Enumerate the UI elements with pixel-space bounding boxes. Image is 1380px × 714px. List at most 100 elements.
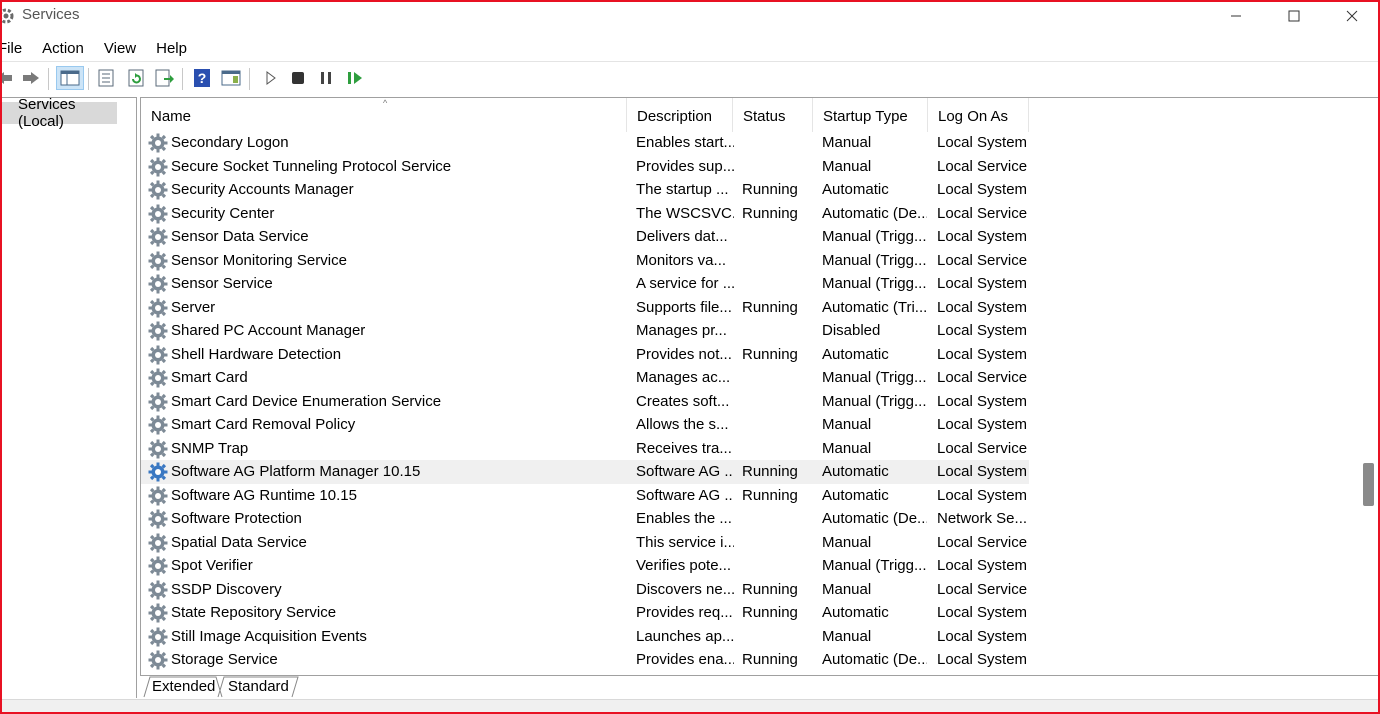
service-row[interactable]: Software Protection Enables the ... Auto… [141, 507, 1029, 531]
stop-service-button[interactable] [286, 66, 310, 90]
service-log-on-as: Local Service [937, 369, 1028, 386]
help-button[interactable]: ? [190, 66, 214, 90]
tree-item-services-local[interactable]: Services (Local) [0, 96, 117, 130]
service-gear-icon [148, 298, 168, 318]
tab-extended[interactable]: Extended [152, 678, 215, 695]
forward-button[interactable] [19, 66, 43, 90]
service-name: Security Accounts Manager [171, 181, 354, 198]
service-row[interactable]: Still Image Acquisition Events Launches … [141, 625, 1029, 649]
service-status [742, 437, 814, 461]
service-row[interactable]: Smart Card Manages ac... Manual (Trigg..… [141, 366, 1029, 390]
service-row[interactable]: Secondary Logon Enables start... Manual … [141, 131, 1029, 155]
scrollbar-thumb[interactable] [1363, 463, 1374, 506]
tab-standard[interactable]: Standard [228, 678, 289, 695]
service-status: Running [742, 486, 798, 504]
maximize-button[interactable] [1265, 0, 1323, 32]
service-status: Running [742, 181, 798, 198]
service-row[interactable]: Sensor Service A service for ... Manual … [141, 272, 1029, 296]
start-service-button[interactable] [258, 66, 282, 90]
toolbar-separator [182, 68, 183, 90]
resume-service-button[interactable] [343, 66, 367, 90]
pause-service-button[interactable] [314, 66, 338, 90]
menu-help[interactable]: Help [145, 40, 196, 57]
column-header-status[interactable]: Status [733, 98, 813, 132]
export-list-button[interactable] [153, 66, 177, 90]
service-row[interactable]: SNMP Trap Receives tra... Manual Local S… [141, 437, 1029, 461]
service-log-on-as: Network Se... [937, 510, 1028, 527]
service-status [742, 554, 814, 578]
service-log-on-as: Local Service [937, 157, 1028, 175]
show-hide-console-tree-button[interactable] [56, 66, 84, 90]
service-row[interactable]: Spot Verifier Verifies pote... Manual (T… [141, 554, 1029, 578]
vertical-scrollbar[interactable] [1359, 98, 1380, 674]
service-status [742, 131, 814, 155]
service-log-on-as: Local System [937, 486, 1028, 504]
service-name: Smart Card Removal Policy [171, 416, 356, 433]
show-action-pane-icon [221, 70, 241, 86]
menu-file[interactable]: File [0, 40, 31, 57]
service-row[interactable]: Security Accounts Manager The startup ..… [141, 178, 1029, 202]
service-startup-type: Automatic (De... [822, 651, 927, 668]
maximize-icon [1288, 10, 1300, 22]
service-name: Spatial Data Service [171, 533, 307, 551]
service-gear-icon [148, 415, 168, 435]
column-header-startup-type[interactable]: Startup Type [813, 98, 928, 132]
service-gear-icon [148, 486, 168, 506]
service-description: Provides req... [636, 604, 733, 621]
service-row[interactable]: Smart Card Device Enumeration Service Cr… [141, 390, 1029, 414]
help-icon: ? [194, 69, 210, 87]
service-log-on-as: Local Service [937, 439, 1028, 457]
service-startup-type: Automatic [822, 345, 889, 363]
service-row[interactable]: Shared PC Account Manager Manages pr... … [141, 319, 1029, 343]
service-row[interactable]: State Repository Service Provides req...… [141, 601, 1029, 625]
service-name: Software AG Runtime 10.15 [171, 486, 357, 504]
service-description: Software AG ... [636, 463, 734, 480]
service-row[interactable]: Software AG Platform Manager 10.15 Softw… [141, 460, 1029, 484]
service-description: Provides not... [636, 345, 732, 363]
service-row[interactable]: Sensor Data Service Delivers dat... Manu… [141, 225, 1029, 249]
service-row[interactable]: Shell Hardware Detection Provides not...… [141, 343, 1029, 367]
menu-action[interactable]: Action [31, 40, 93, 57]
service-description: Launches ap... [636, 627, 734, 645]
service-gear-icon [148, 345, 168, 365]
service-row[interactable]: Server Supports file... Running Automati… [141, 296, 1029, 320]
close-button[interactable] [1323, 0, 1380, 32]
service-log-on-as: Local Service [937, 580, 1028, 598]
service-name: Shell Hardware Detection [171, 345, 342, 363]
service-name: Smart Card [171, 369, 248, 386]
column-header-name[interactable]: Name [141, 98, 627, 132]
back-button[interactable] [0, 66, 16, 90]
service-description: Allows the s... [636, 416, 729, 433]
service-row[interactable]: Secure Socket Tunneling Protocol Service… [141, 155, 1029, 179]
service-startup-type: Manual [822, 134, 872, 151]
service-log-on-as: Local System [937, 228, 1028, 245]
title-bar: Services [0, 0, 1380, 33]
service-status: Running [742, 345, 798, 363]
service-row[interactable]: Software AG Runtime 10.15 Software AG ..… [141, 484, 1029, 508]
show-hide-action-pane-button[interactable] [219, 66, 243, 90]
toolbar-separator [249, 68, 250, 90]
service-log-on-as: Local System [937, 181, 1028, 198]
service-gear-icon [148, 204, 168, 224]
properties-button[interactable] [94, 66, 118, 90]
service-log-on-as: Local Service [937, 533, 1028, 551]
service-row[interactable]: Spatial Data Service This service i... M… [141, 531, 1029, 555]
menu-view[interactable]: View [93, 40, 145, 57]
refresh-button[interactable] [124, 66, 148, 90]
service-description: Creates soft... [636, 392, 730, 410]
forward-arrow-icon [23, 72, 39, 84]
service-gear-icon [148, 180, 168, 200]
service-row[interactable]: Smart Card Removal Policy Allows the s..… [141, 413, 1029, 437]
column-header-description[interactable]: Description [627, 98, 733, 132]
tree-item-label: Services (Local) [18, 96, 76, 130]
service-description: Monitors va... [636, 251, 727, 269]
pause-service-icon [321, 72, 331, 84]
service-row[interactable]: Storage Service Provides ena... Running … [141, 648, 1029, 672]
service-row[interactable]: Sensor Monitoring Service Monitors va...… [141, 249, 1029, 273]
service-startup-type: Automatic [822, 181, 889, 198]
service-row[interactable]: SSDP Discovery Discovers ne... Running M… [141, 578, 1029, 602]
column-header-log-on-as[interactable]: Log On As [928, 98, 1029, 132]
service-row[interactable]: Security Center The WSCSVC... Running Au… [141, 202, 1029, 226]
minimize-button[interactable] [1207, 0, 1265, 32]
service-startup-type: Manual [822, 439, 872, 457]
